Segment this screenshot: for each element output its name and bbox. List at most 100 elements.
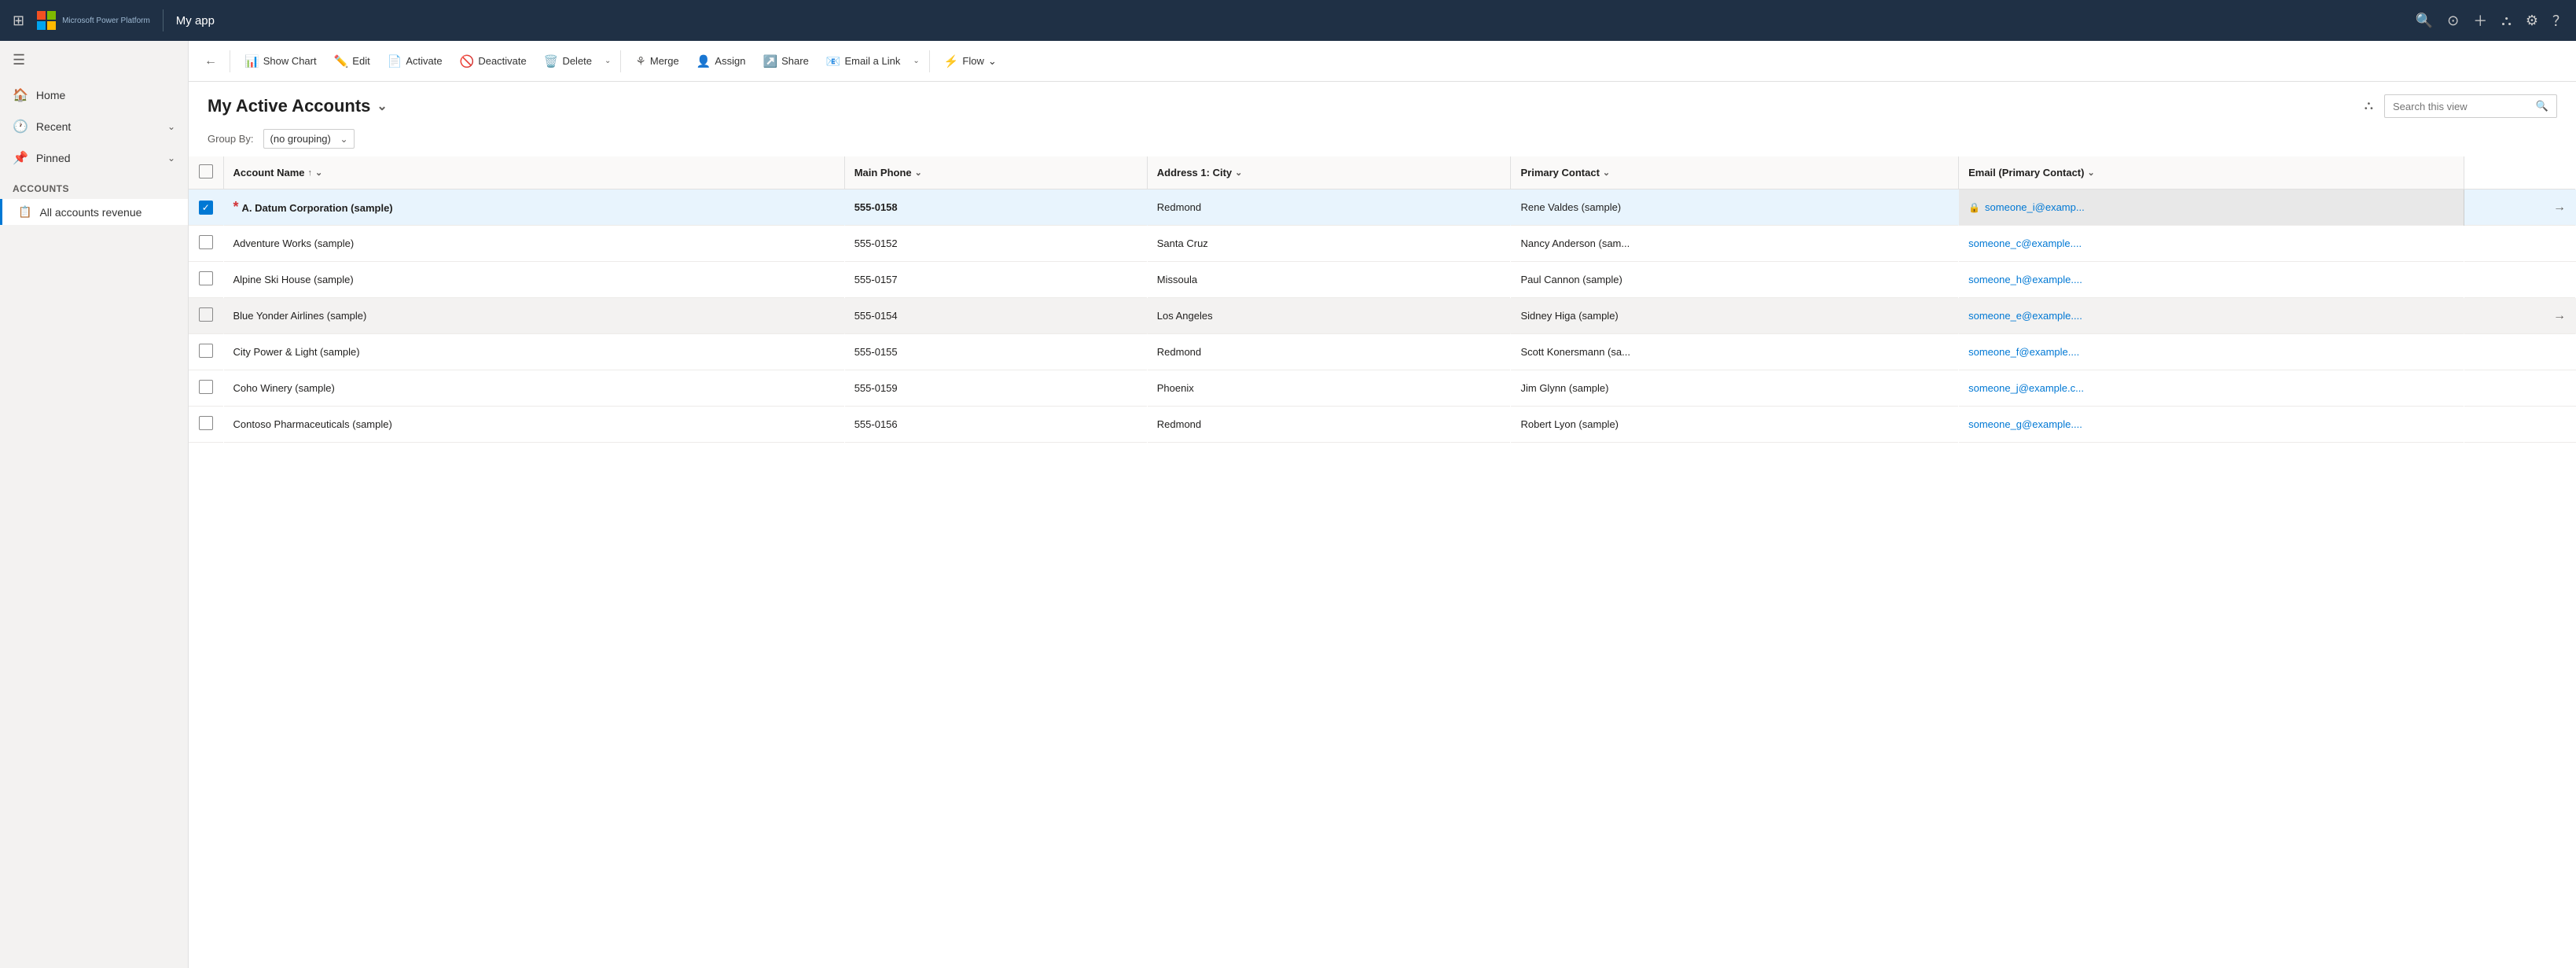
settings-icon[interactable]: ⚙ [2526, 13, 2538, 29]
activate-button[interactable]: 📄 Activate [380, 50, 450, 73]
view-title[interactable]: My Active Accounts ⌄ [208, 96, 388, 116]
search-box[interactable]: 🔍 [2384, 94, 2557, 118]
account-name-value: Alpine Ski House (sample) [233, 274, 354, 285]
email-value[interactable]: someone_j@example.c... [1968, 382, 2084, 394]
table-container[interactable]: Account Name ↑ ⌄ Main Phone ⌄ [189, 156, 2576, 968]
row-checkbox-cell[interactable] [189, 370, 223, 407]
row-checkbox[interactable] [199, 380, 213, 394]
sidebar-item-recent[interactable]: 🕐 Recent ⌄ [0, 111, 188, 142]
grid-icon[interactable]: ⊞ [9, 9, 28, 32]
help-icon[interactable]: ？ [2552, 10, 2567, 31]
email-cell[interactable]: someone_h@example.... [1959, 262, 2464, 298]
col-header-main-phone[interactable]: Main Phone ⌄ [844, 156, 1147, 190]
col-main-phone-chevron-icon[interactable]: ⌄ [915, 167, 922, 178]
email-value[interactable]: someone_i@examp... [1985, 201, 2085, 213]
email-value[interactable]: someone_g@example.... [1968, 418, 2082, 430]
more-button-1[interactable]: ⌄ [601, 52, 614, 70]
search-icon[interactable]: 🔍 [2416, 13, 2433, 29]
navigate-arrow-icon[interactable]: → [2553, 201, 2566, 214]
header-checkbox[interactable] [199, 164, 213, 179]
filter-icon[interactable]: ⛬ [2501, 13, 2512, 29]
row-checkbox-cell[interactable] [189, 226, 223, 262]
row-checkbox[interactable] [199, 416, 213, 430]
email-value[interactable]: someone_h@example.... [1968, 274, 2082, 285]
row-checkbox-cell[interactable] [189, 262, 223, 298]
col-header-checkbox[interactable] [189, 156, 223, 190]
share-icon: ↗️ [763, 54, 777, 68]
account-name-cell[interactable]: Coho Winery (sample) [223, 370, 844, 407]
primary-contact-cell: Jim Glynn (sample) [1511, 370, 1959, 407]
col-primary-contact-chevron-icon[interactable]: ⌄ [1603, 167, 1610, 178]
table-row[interactable]: ✓ *A. Datum Corporation (sample) 555-0158 R… [189, 190, 2576, 226]
row-navigate-cell[interactable]: → [2464, 298, 2575, 334]
navigate-arrow-icon[interactable]: → [2553, 309, 2566, 322]
col-header-account-name[interactable]: Account Name ↑ ⌄ [223, 156, 844, 190]
show-chart-button[interactable]: 📊 Show Chart [237, 50, 325, 73]
account-name-cell[interactable]: Alpine Ski House (sample) [223, 262, 844, 298]
email-link-button[interactable]: 📧 Email a Link [818, 50, 909, 73]
group-by-select[interactable]: (no grouping) [263, 129, 355, 149]
row-checkbox-cell[interactable] [189, 298, 223, 334]
edit-button[interactable]: ✏️ Edit [326, 50, 378, 73]
hamburger-menu-button[interactable]: ☰ [0, 41, 188, 79]
account-name-cell[interactable]: Blue Yonder Airlines (sample) [223, 298, 844, 334]
email-value[interactable]: someone_c@example.... [1968, 237, 2082, 249]
search-input-icon: 🔍 [2536, 100, 2548, 112]
row-checkbox-cell[interactable]: ✓ [189, 190, 223, 226]
email-cell[interactable]: someone_j@example.c... [1959, 370, 2464, 407]
assign-button[interactable]: 👤 Assign [689, 50, 754, 73]
row-checkbox[interactable]: ✓ [199, 201, 213, 215]
row-checkbox[interactable] [199, 344, 213, 358]
row-checkbox-cell[interactable] [189, 407, 223, 443]
sidebar-item-all-accounts-revenue[interactable]: 📋 All accounts revenue [0, 199, 188, 225]
delete-button[interactable]: 🗑️ Delete [536, 50, 600, 73]
email-cell[interactable]: someone_f@example.... [1959, 334, 2464, 370]
row-checkbox-cell[interactable] [189, 334, 223, 370]
flow-icon: ⚡ [944, 54, 959, 68]
deactivate-button[interactable]: 🚫 Deactivate [452, 50, 535, 73]
account-name-cell[interactable]: Contoso Pharmaceuticals (sample) [223, 407, 844, 443]
email-cell[interactable]: someone_c@example.... [1959, 226, 2464, 262]
account-name-cell[interactable]: City Power & Light (sample) [223, 334, 844, 370]
row-checkbox[interactable] [199, 307, 213, 322]
view-filter-icon[interactable]: ⛬ [2361, 96, 2376, 116]
sidebar-item-home[interactable]: 🏠 Home [0, 79, 188, 111]
email-cell[interactable]: 🔒someone_i@examp... [1959, 190, 2464, 226]
add-icon[interactable]: ＋ [2473, 10, 2487, 31]
search-input[interactable] [2393, 101, 2531, 112]
table-row[interactable]: City Power & Light (sample)555-0155Redmo… [189, 334, 2576, 370]
email-value[interactable]: someone_f@example.... [1968, 346, 2079, 358]
col-email-chevron-icon[interactable]: ⌄ [2087, 167, 2094, 178]
table-row[interactable]: Adventure Works (sample)555-0152Santa Cr… [189, 226, 2576, 262]
row-checkbox[interactable] [199, 271, 213, 285]
more-button-2[interactable]: ⌄ [910, 52, 922, 70]
email-value[interactable]: someone_e@example.... [1968, 310, 2082, 322]
back-button[interactable]: ← [198, 49, 223, 74]
activate-label: Activate [406, 55, 442, 67]
primary-contact-cell: Robert Lyon (sample) [1511, 407, 1959, 443]
col-header-city[interactable]: Address 1: City ⌄ [1147, 156, 1511, 190]
table-row[interactable]: Contoso Pharmaceuticals (sample)555-0156… [189, 407, 2576, 443]
city-value: Phoenix [1157, 382, 1194, 394]
account-name-cell[interactable]: *A. Datum Corporation (sample) [223, 190, 844, 226]
col-account-name-chevron-icon[interactable]: ⌄ [315, 167, 322, 178]
account-name-value: Contoso Pharmaceuticals (sample) [233, 418, 392, 430]
table-row[interactable]: Blue Yonder Airlines (sample)555-0154Los… [189, 298, 2576, 334]
sidebar-item-pinned[interactable]: 📌 Pinned ⌄ [0, 142, 188, 174]
row-checkbox[interactable] [199, 235, 213, 249]
col-header-primary-contact[interactable]: Primary Contact ⌄ [1511, 156, 1959, 190]
primary-contact-value: Rene Valdes (sample) [1520, 201, 1621, 213]
flow-button[interactable]: ⚡ Flow ⌄ [936, 50, 1005, 73]
main-phone-value: 555-0158 [854, 201, 898, 213]
merge-button[interactable]: ⚘ Merge [627, 50, 686, 73]
share-button[interactable]: ↗️ Share [755, 50, 816, 73]
email-cell[interactable]: someone_g@example.... [1959, 407, 2464, 443]
row-navigate-cell[interactable]: → [2464, 190, 2575, 226]
email-cell[interactable]: someone_e@example.... [1959, 298, 2464, 334]
table-row[interactable]: Alpine Ski House (sample)555-0157Missoul… [189, 262, 2576, 298]
col-header-email[interactable]: Email (Primary Contact) ⌄ [1959, 156, 2464, 190]
account-name-cell[interactable]: Adventure Works (sample) [223, 226, 844, 262]
col-city-chevron-icon[interactable]: ⌄ [1235, 167, 1242, 178]
circle-check-icon[interactable]: ⊙ [2447, 13, 2459, 29]
table-row[interactable]: Coho Winery (sample)555-0159PhoenixJim G… [189, 370, 2576, 407]
